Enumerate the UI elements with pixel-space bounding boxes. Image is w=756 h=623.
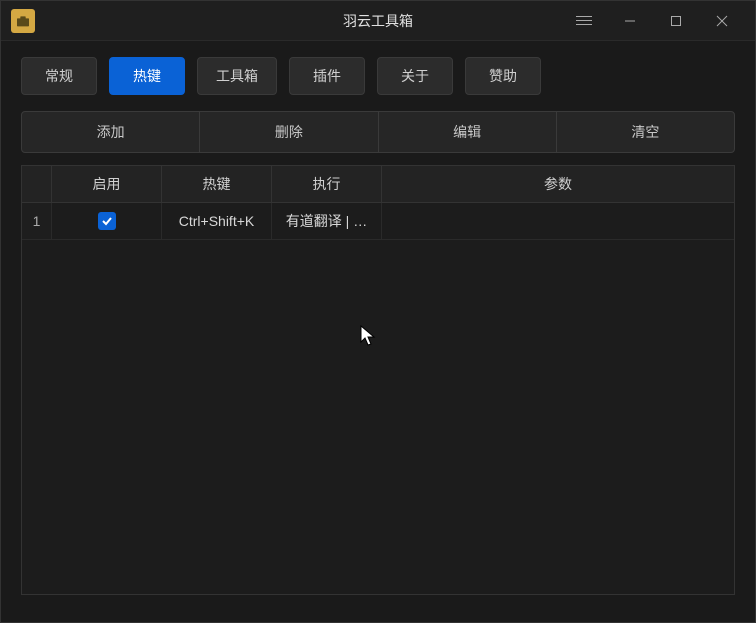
table-row[interactable]: 1 Ctrl+Shift+K 有道翻译 | …: [22, 203, 734, 240]
tabs-row: 常规 热键 工具箱 插件 关于 赞助: [1, 41, 755, 111]
tab-about[interactable]: 关于: [377, 57, 453, 95]
window-title: 羽云工具箱: [343, 11, 413, 31]
th-enable[interactable]: 启用: [52, 166, 162, 202]
tab-sponsor[interactable]: 赞助: [465, 57, 541, 95]
delete-button[interactable]: 删除: [200, 112, 378, 152]
maximize-button[interactable]: [653, 1, 699, 41]
close-button[interactable]: [699, 1, 745, 41]
action-bar: 添加 删除 编辑 清空: [21, 111, 735, 153]
cell-index: 1: [22, 203, 52, 239]
th-params[interactable]: 参数: [382, 166, 734, 202]
cell-params[interactable]: [382, 203, 734, 239]
minimize-button[interactable]: [607, 1, 653, 41]
cell-enable[interactable]: [52, 203, 162, 239]
table-header-row: 启用 热键 执行 参数: [22, 166, 734, 203]
cell-hotkey[interactable]: Ctrl+Shift+K: [162, 203, 272, 239]
edit-button[interactable]: 编辑: [379, 112, 557, 152]
app-icon: [11, 9, 35, 33]
menu-icon[interactable]: [561, 1, 607, 41]
hotkey-table: 启用 热键 执行 参数 1 Ctrl+Shift+K 有道翻译 | …: [21, 165, 735, 595]
th-hotkey[interactable]: 热键: [162, 166, 272, 202]
tab-toolbox[interactable]: 工具箱: [197, 57, 277, 95]
tab-hotkey[interactable]: 热键: [109, 57, 185, 95]
cell-exec[interactable]: 有道翻译 | …: [272, 203, 382, 239]
tab-plugin[interactable]: 插件: [289, 57, 365, 95]
check-icon[interactable]: [98, 212, 116, 230]
tab-general[interactable]: 常规: [21, 57, 97, 95]
titlebar: 羽云工具箱: [1, 1, 755, 41]
add-button[interactable]: 添加: [22, 112, 200, 152]
clear-button[interactable]: 清空: [557, 112, 734, 152]
th-exec[interactable]: 执行: [272, 166, 382, 202]
th-index: [22, 166, 52, 202]
